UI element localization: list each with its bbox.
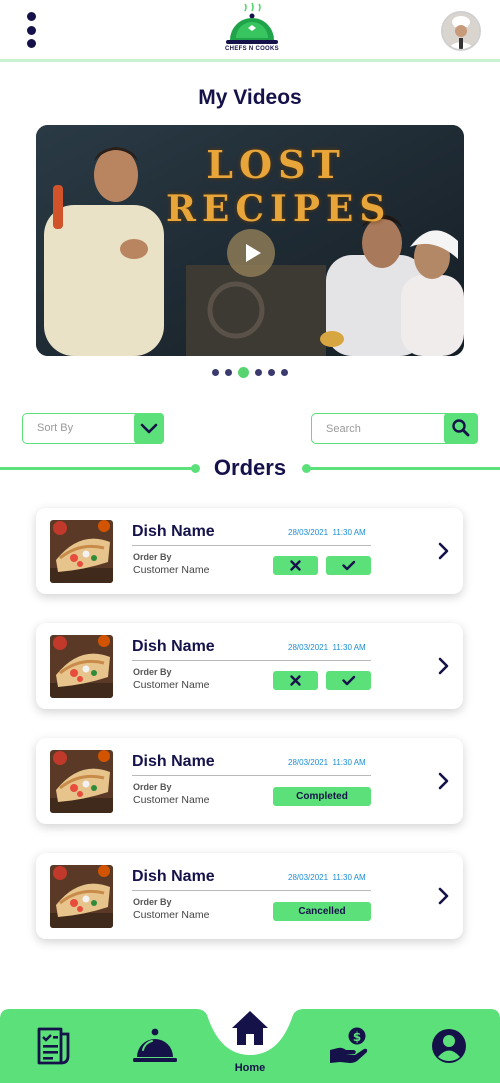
svg-text:$: $ <box>353 1030 361 1044</box>
app-header: CHEFS N COOKS <box>0 0 500 62</box>
order-separator <box>132 890 371 891</box>
order-card[interactable]: Dish Name 28/03/2021 11:30 AM Order By C… <box>36 738 463 824</box>
search-icon <box>452 418 470 436</box>
orders-list-icon <box>37 1027 70 1065</box>
nav-home[interactable] <box>230 1009 270 1052</box>
check-icon <box>342 675 356 686</box>
orders-title: Orders <box>213 455 287 480</box>
order-date: 28/03/2021 <box>288 873 329 882</box>
carousel-dot[interactable] <box>268 369 275 376</box>
dish-name: Dish Name <box>132 753 215 770</box>
search-button[interactable] <box>444 412 478 444</box>
order-datetime: 28/03/2021 11:30 AM <box>288 873 366 882</box>
nav-orders[interactable] <box>34 1026 72 1071</box>
customer-name: Customer Name <box>133 564 210 576</box>
dish-name: Dish Name <box>132 523 215 540</box>
order-card[interactable]: Dish Name 28/03/2021 11:30 AM Order By C… <box>36 853 463 939</box>
nav-profile[interactable] <box>431 1028 467 1069</box>
close-icon <box>290 560 301 571</box>
accept-order-button[interactable] <box>326 671 371 690</box>
order-time: 11:30 AM <box>332 873 366 882</box>
dish-thumbnail <box>50 865 113 928</box>
app-screen: { "header": { "logo_text": "CHEFS N COOK… <box>0 0 500 1083</box>
profile-icon <box>432 1029 466 1063</box>
carousel-dot[interactable] <box>225 369 232 376</box>
carousel-dot[interactable] <box>255 369 262 376</box>
order-by-label: Order By <box>133 552 172 562</box>
order-by-label: Order By <box>133 782 172 792</box>
chevron-right-icon[interactable] <box>436 771 450 791</box>
orders-divider: Orders <box>0 454 500 482</box>
nav-home-label: Home <box>234 1062 266 1074</box>
nav-earnings[interactable]: $ <box>328 1026 370 1071</box>
chevron-down-icon <box>140 423 158 433</box>
featured-video-card[interactable]: LOST RECIPES <box>36 125 464 356</box>
video-title-line2: RECIPES <box>166 188 392 230</box>
close-icon <box>290 675 301 686</box>
chevron-right-icon[interactable] <box>436 886 450 906</box>
carousel-dot[interactable] <box>212 369 219 376</box>
accept-order-button[interactable] <box>326 556 371 575</box>
home-icon <box>232 1011 268 1045</box>
order-time: 11:30 AM <box>332 758 366 767</box>
customer-name: Customer Name <box>133 679 210 691</box>
chevron-right-icon[interactable] <box>436 656 450 676</box>
order-date: 28/03/2021 <box>288 643 329 652</box>
video-title-art: LOST RECIPES <box>166 143 386 231</box>
carousel-dot[interactable] <box>281 369 288 376</box>
carousel-dot-active[interactable] <box>238 367 249 378</box>
order-by-label: Order By <box>133 667 172 677</box>
order-card[interactable]: Dish Name 28/03/2021 11:30 AM Order By C… <box>36 623 463 709</box>
order-datetime: 28/03/2021 11:30 AM <box>288 643 366 652</box>
play-icon <box>246 244 261 262</box>
play-button[interactable] <box>227 229 275 277</box>
order-card[interactable]: Dish Name 28/03/2021 11:30 AM Order By C… <box>36 508 463 594</box>
sort-toggle[interactable] <box>134 412 164 444</box>
customer-name: Customer Name <box>133 794 210 806</box>
order-separator <box>132 545 371 546</box>
order-separator <box>132 660 371 661</box>
cloche-logo-icon <box>226 2 278 44</box>
dish-name: Dish Name <box>132 868 215 885</box>
kebab-menu-icon[interactable] <box>22 12 40 48</box>
bottom-nav: Home $ <box>0 1009 500 1083</box>
chevron-right-icon[interactable] <box>436 541 450 561</box>
status-badge: Completed <box>273 787 371 806</box>
videos-title: My Videos <box>198 86 302 109</box>
order-date: 28/03/2021 <box>288 758 329 767</box>
video-title-line1: LOST <box>206 142 346 187</box>
earnings-hand-icon: $ <box>330 1027 368 1063</box>
customer-name: Customer Name <box>133 909 210 921</box>
food-cloche-icon <box>133 1028 177 1062</box>
nav-dishes[interactable] <box>132 1026 178 1071</box>
search-box <box>311 412 478 444</box>
dish-thumbnail <box>50 635 113 698</box>
order-date: 28/03/2021 <box>288 528 329 537</box>
order-datetime: 28/03/2021 11:30 AM <box>288 528 366 537</box>
logo-text: CHEFS N COOKS <box>225 46 279 52</box>
sort-dropdown[interactable]: Sort By <box>22 412 164 444</box>
order-by-label: Order By <box>133 897 172 907</box>
chef-avatar[interactable] <box>441 11 481 51</box>
order-time: 11:30 AM <box>332 528 366 537</box>
reject-order-button[interactable] <box>273 556 318 575</box>
app-logo: CHEFS N COOKS <box>216 2 288 58</box>
check-icon <box>342 560 356 571</box>
search-input[interactable] <box>326 421 446 437</box>
carousel-dots <box>0 367 500 378</box>
order-datetime: 28/03/2021 11:30 AM <box>288 758 366 767</box>
dish-name: Dish Name <box>132 638 215 655</box>
order-separator <box>132 775 371 776</box>
dish-thumbnail <box>50 750 113 813</box>
sort-label: Sort By <box>37 422 74 434</box>
status-badge: Cancelled <box>273 902 371 921</box>
dish-thumbnail <box>50 520 113 583</box>
reject-order-button[interactable] <box>273 671 318 690</box>
order-time: 11:30 AM <box>332 643 366 652</box>
